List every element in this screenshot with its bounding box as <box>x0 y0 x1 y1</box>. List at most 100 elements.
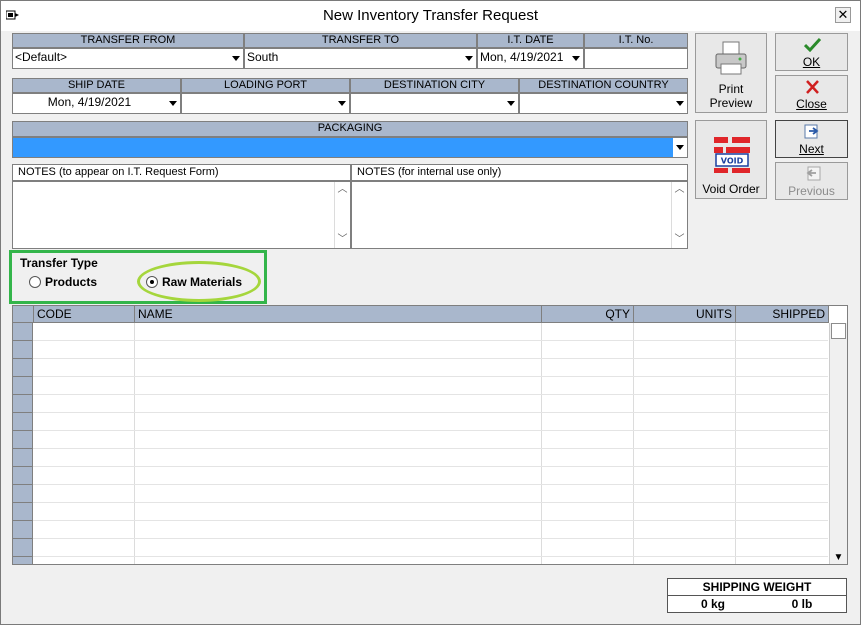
chevron-down-icon[interactable] <box>462 49 476 68</box>
notes-form-label: NOTES (to appear on I.T. Request Form) <box>12 164 351 181</box>
transfer-to-value: South <box>247 50 279 64</box>
void-order-button[interactable]: VOID Void Order <box>695 120 767 199</box>
void-icon: VOID <box>714 137 750 173</box>
grid-corner <box>13 306 34 323</box>
row-selector[interactable] <box>13 521 33 539</box>
chevron-down-icon[interactable] <box>673 94 687 113</box>
products-radio-label[interactable]: Products <box>45 275 97 289</box>
grid-divider <box>541 323 542 564</box>
checkmark-icon <box>804 37 821 52</box>
shipping-weight-lb: 0 lb <box>791 597 813 611</box>
grid-divider <box>633 323 634 564</box>
it-no-field[interactable] <box>584 48 688 69</box>
notes-internal-scrollbar[interactable]: ︿ ﹀ <box>671 182 687 248</box>
printer-icon <box>715 41 747 75</box>
transfer-to-dropdown[interactable]: South <box>244 48 477 69</box>
row-selector[interactable] <box>13 377 33 395</box>
previous-arrow-icon <box>806 166 821 181</box>
chevron-down-icon[interactable] <box>569 49 583 68</box>
chevron-down-icon[interactable] <box>504 94 518 113</box>
column-header-qty[interactable]: QTY <box>542 306 634 323</box>
table-row <box>33 394 828 395</box>
it-no-label: I.T. No. <box>584 33 688 48</box>
print-preview-button[interactable]: Print Preview <box>695 33 767 113</box>
previous-button[interactable]: Previous <box>775 162 848 200</box>
packaging-label: PACKAGING <box>12 121 688 137</box>
row-selector[interactable] <box>13 539 33 557</box>
row-selector[interactable] <box>13 503 33 521</box>
it-date-value: Mon, 4/19/2021 <box>480 50 564 64</box>
row-selector[interactable] <box>13 485 33 503</box>
scroll-down-icon[interactable]: ﹀ <box>335 232 350 248</box>
row-selector[interactable] <box>13 359 33 377</box>
column-header-code[interactable]: CODE <box>34 306 135 323</box>
row-selector[interactable] <box>13 341 33 359</box>
scroll-up-icon[interactable]: ︿ <box>672 182 687 198</box>
next-label: Next <box>799 142 824 156</box>
table-row <box>33 502 828 503</box>
table-row <box>33 448 828 449</box>
chevron-down-icon[interactable] <box>673 138 687 157</box>
row-selector[interactable] <box>13 413 33 431</box>
window-title: New Inventory Transfer Request <box>322 7 539 24</box>
column-header-name[interactable]: NAME <box>135 306 542 323</box>
chevron-down-icon[interactable] <box>166 94 180 113</box>
close-label: Close <box>796 97 827 111</box>
svg-text:VOID: VOID <box>721 157 744 166</box>
loading-port-dropdown[interactable] <box>181 93 350 114</box>
packaging-dropdown[interactable] <box>12 137 688 158</box>
title-bar: New Inventory Transfer Request ✕ <box>1 1 860 31</box>
shipping-weight-kg: 0 kg <box>700 597 725 611</box>
column-header-units[interactable]: UNITS <box>634 306 736 323</box>
destination-country-label: DESTINATION COUNTRY <box>519 78 688 93</box>
items-grid[interactable]: CODE NAME QTY UNITS SHIPPED ▼ <box>12 305 848 565</box>
table-row <box>33 484 828 485</box>
raw-materials-radio-label[interactable]: Raw Materials <box>162 275 242 289</box>
notes-internal-textarea[interactable]: ︿ ﹀ <box>351 181 688 249</box>
scroll-thumb[interactable] <box>831 323 846 339</box>
transfer-from-label: TRANSFER FROM <box>12 33 244 48</box>
transfer-from-dropdown[interactable]: <Default> <box>12 48 244 69</box>
row-selector[interactable] <box>13 431 33 449</box>
grid-scrollbar[interactable]: ▼ <box>829 323 847 564</box>
products-radio[interactable] <box>29 276 41 288</box>
table-row <box>33 466 828 467</box>
chevron-down-icon[interactable] <box>229 49 243 68</box>
scroll-down-icon[interactable]: ▼ <box>830 550 847 564</box>
notes-internal-label: NOTES (for internal use only) <box>351 164 688 181</box>
row-selector[interactable] <box>13 323 33 341</box>
scroll-down-icon[interactable]: ﹀ <box>672 232 687 248</box>
ship-date-picker[interactable]: Mon, 4/19/2021 <box>12 93 181 114</box>
close-icon[interactable]: ✕ <box>835 7 851 23</box>
print-preview-label: Print Preview <box>709 82 753 110</box>
raw-materials-radio[interactable] <box>146 276 158 288</box>
row-selector[interactable] <box>13 449 33 467</box>
ship-date-value: Mon, 4/19/2021 <box>47 95 132 109</box>
table-row <box>33 556 828 557</box>
transfer-type-legend: Transfer Type <box>20 256 98 270</box>
it-date-picker[interactable]: Mon, 4/19/2021 <box>477 48 584 69</box>
next-button[interactable]: Next <box>775 120 848 158</box>
previous-label: Previous <box>788 184 835 198</box>
table-row <box>33 376 828 377</box>
table-row <box>33 340 828 341</box>
row-selector[interactable] <box>13 557 33 564</box>
table-row <box>33 520 828 521</box>
chevron-down-icon[interactable] <box>335 94 349 113</box>
table-row <box>33 412 828 413</box>
row-selector[interactable] <box>13 395 33 413</box>
ok-button[interactable]: OK <box>775 33 848 71</box>
x-icon <box>806 80 819 94</box>
close-button[interactable]: Close <box>775 75 848 113</box>
destination-country-dropdown[interactable] <box>519 93 688 114</box>
notes-form-textarea[interactable]: ︿ ﹀ <box>12 181 351 249</box>
destination-city-label: DESTINATION CITY <box>350 78 519 93</box>
notes-form-scrollbar[interactable]: ︿ ﹀ <box>334 182 350 248</box>
column-header-shipped[interactable]: SHIPPED <box>736 306 829 323</box>
ship-date-label: SHIP DATE <box>12 78 181 93</box>
row-selector[interactable] <box>13 467 33 485</box>
destination-city-dropdown[interactable] <box>350 93 519 114</box>
table-row <box>33 538 828 539</box>
void-order-label: Void Order <box>702 182 760 196</box>
scroll-up-icon[interactable]: ︿ <box>335 182 350 198</box>
